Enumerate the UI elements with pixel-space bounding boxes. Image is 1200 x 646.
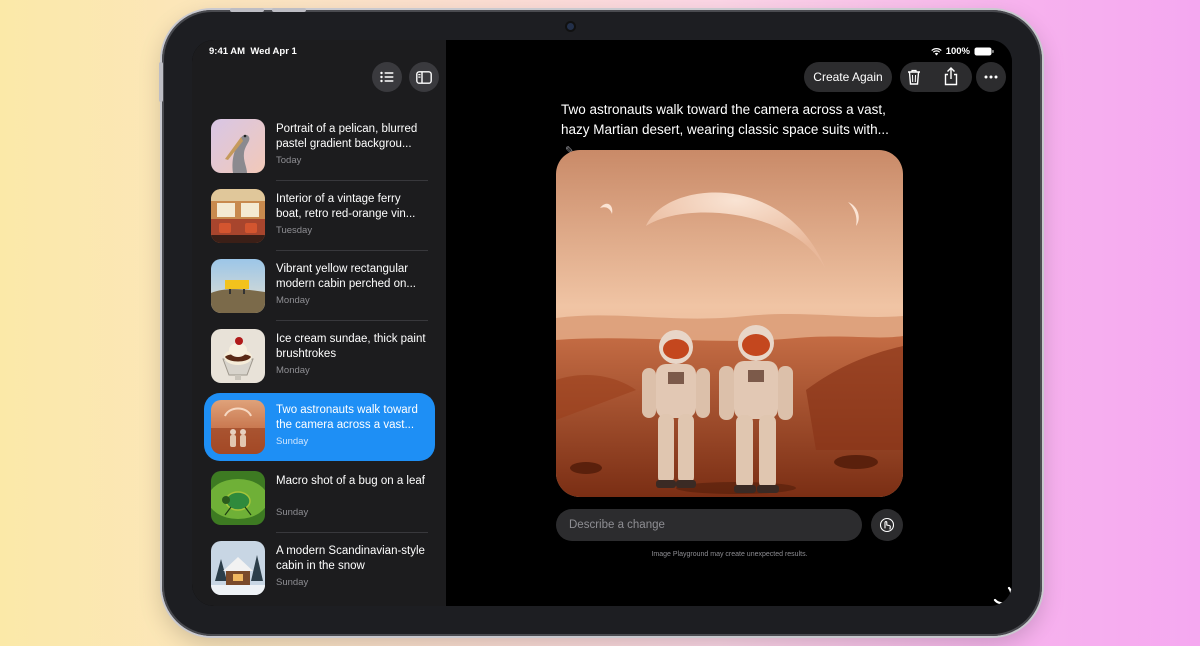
- describe-change-input[interactable]: Describe a change: [556, 509, 862, 541]
- list-item[interactable]: Macro shot of a bug on a leaf Sunday: [204, 464, 435, 532]
- item-date: Monday: [276, 295, 310, 306]
- astronauts-thumbnail: [211, 400, 265, 454]
- gesture-button[interactable]: [871, 509, 903, 541]
- power-button: [159, 62, 163, 102]
- volume-button: [272, 8, 306, 12]
- item-date: Sunday: [276, 577, 309, 588]
- front-camera: [567, 23, 574, 30]
- divider: [276, 180, 428, 181]
- item-title: Vibrant yellow rectangular modern cabin …: [276, 263, 417, 290]
- list-item[interactable]: Ice cream sundae, thick paint brushtroke…: [204, 322, 435, 390]
- loading-spinner-icon: [993, 586, 1012, 604]
- time-label: 9:41 AM: [209, 46, 246, 57]
- divider: [276, 532, 428, 533]
- sidebar-icon: [416, 70, 432, 84]
- item-date: Tuesday: [276, 225, 313, 236]
- item-title: Macro shot of a bug on a leaf: [276, 475, 425, 487]
- divider: [276, 250, 428, 251]
- main-panel: 100% Create Again Two astronauts walk to…: [446, 40, 1012, 606]
- wifi-icon: [930, 47, 942, 55]
- action-group: [900, 62, 972, 92]
- item-date: Today: [276, 155, 302, 166]
- share-icon: [944, 67, 958, 86]
- list-item[interactable]: A modern Scandinavian-style cabin in the…: [204, 534, 435, 602]
- battery-percent: 100%: [945, 46, 970, 57]
- describe-placeholder: Describe a change: [569, 519, 665, 531]
- date-label: Wed Apr 1: [250, 46, 297, 57]
- create-again-label: Create Again: [813, 70, 883, 84]
- create-again-button[interactable]: Create Again: [804, 62, 892, 92]
- item-date: Monday: [276, 365, 310, 376]
- item-date: Sunday: [276, 507, 309, 518]
- item-date: Sunday: [276, 436, 309, 447]
- snow-cabin-thumbnail: [211, 541, 265, 595]
- sundae-thumbnail: [211, 329, 265, 383]
- ferry-thumbnail: [211, 189, 265, 243]
- list-icon: [380, 71, 394, 83]
- item-title: Portrait of a pelican, blurred pastel gr…: [276, 123, 418, 150]
- volume-button: [230, 8, 264, 12]
- bug-thumbnail: [211, 471, 265, 525]
- more-button[interactable]: [976, 62, 1006, 92]
- sidebar-toggle-button[interactable]: [409, 62, 439, 92]
- item-title: A modern Scandinavian-style cabin in the…: [276, 545, 425, 572]
- screen: 9:41 AM Wed Apr 1 Portrait of a pelican,…: [192, 40, 1012, 606]
- generated-image[interactable]: [556, 150, 903, 497]
- sidebar: 9:41 AM Wed Apr 1 Portrait of a pelican,…: [192, 40, 446, 606]
- pelican-thumbnail: [211, 119, 265, 173]
- share-button[interactable]: [943, 67, 959, 89]
- list-item[interactable]: Vibrant yellow rectangular modern cabin …: [204, 252, 435, 320]
- disclaimer-text: Image Playground may create unexpected r…: [651, 551, 808, 558]
- ellipsis-icon: [984, 75, 998, 79]
- list-item[interactable]: Interior of a vintage ferry boat, retro …: [204, 182, 435, 250]
- list-view-button[interactable]: [372, 62, 402, 92]
- status-time: 9:41 AM Wed Apr 1: [209, 46, 297, 57]
- item-title: Two astronauts walk toward the camera ac…: [276, 404, 418, 431]
- hand-pointer-icon: [879, 517, 895, 533]
- list-item[interactable]: Portrait of a pelican, blurred pastel gr…: [204, 112, 435, 180]
- battery-icon: [974, 47, 994, 56]
- item-title: Ice cream sundae, thick paint brushtroke…: [276, 333, 426, 360]
- item-title: Interior of a vintage ferry boat, retro …: [276, 193, 416, 220]
- delete-button[interactable]: [906, 68, 922, 89]
- battery-status: 100%: [930, 46, 994, 57]
- yellow-cabin-thumbnail: [211, 259, 265, 313]
- list-item-selected[interactable]: Two astronauts walk toward the camera ac…: [204, 393, 435, 461]
- divider: [276, 320, 428, 321]
- prompt-label: Two astronauts walk toward the camera ac…: [561, 102, 889, 137]
- trash-icon: [908, 69, 920, 85]
